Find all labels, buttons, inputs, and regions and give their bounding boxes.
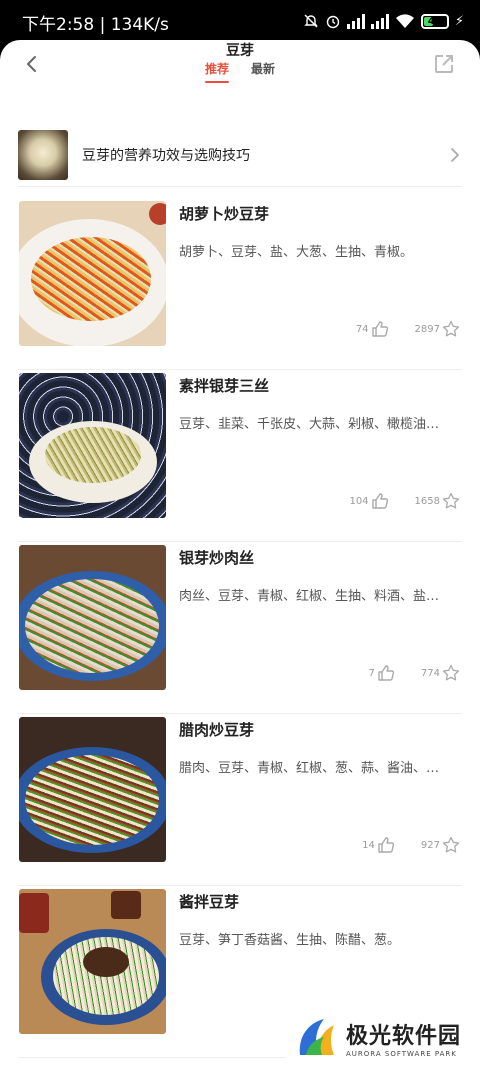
favorite-count: 1658 xyxy=(414,495,440,507)
favorite-count: 774 xyxy=(420,667,440,679)
recipe-title: 素拌银芽三丝 xyxy=(179,377,270,395)
recipe-list: 胡萝卜炒豆芽 胡萝卜、豆芽、盐、大葱、生抽、青椒。 74 2897 素拌银芽三丝… xyxy=(18,198,462,1058)
watermark-name: 极光软件园 xyxy=(346,1024,462,1049)
recipe-stats: 74 2897 xyxy=(356,320,460,338)
battery-icon: 45 xyxy=(420,13,449,29)
recipe-item[interactable]: 腊肉炒豆芽 腊肉、豆芽、青椒、红椒、葱、蒜、酱油、… 14 927 xyxy=(18,714,462,886)
signal-icon xyxy=(346,13,365,29)
share-icon xyxy=(435,55,453,73)
tab-latest[interactable]: 最新 xyxy=(251,60,275,83)
recipe-item[interactable]: 胡萝卜炒豆芽 胡萝卜、豆芽、盐、大葱、生抽、青椒。 74 2897 xyxy=(18,198,462,370)
likes[interactable]: 7 xyxy=(369,664,395,682)
thumbs-up-icon xyxy=(371,493,388,509)
aurora-logo-icon xyxy=(299,1019,334,1055)
recipe-image xyxy=(19,717,166,862)
article-banner[interactable]: 豆芽的营养功效与选购技巧 xyxy=(18,123,462,187)
recipe-image xyxy=(19,201,166,346)
thumbs-up-icon xyxy=(378,665,395,681)
favorites[interactable]: 1658 xyxy=(415,492,460,510)
recipe-item[interactable]: 素拌银芽三丝 豆芽、韭菜、千张皮、大蒜、剁椒、橄榄油… 104 1658 xyxy=(18,370,462,542)
recipe-title: 银芽炒肉丝 xyxy=(179,549,255,567)
star-icon xyxy=(442,320,460,337)
recipe-ingredients: 腊肉、豆芽、青椒、红椒、葱、蒜、酱油、… xyxy=(179,761,440,776)
recipe-title: 酱拌豆芽 xyxy=(179,893,240,911)
likes[interactable]: 74 xyxy=(356,320,389,338)
like-count: 74 xyxy=(355,323,369,335)
star-icon xyxy=(442,492,460,509)
recipe-ingredients: 豆芽、笋丁香菇酱、生抽、陈醋、葱。 xyxy=(179,933,401,948)
recipe-title: 腊肉炒豆芽 xyxy=(179,721,255,739)
chevron-right-icon xyxy=(451,147,459,162)
recipe-title: 胡萝卜炒豆芽 xyxy=(179,205,270,223)
recipe-stats: 104 1658 xyxy=(349,492,460,510)
star-icon xyxy=(442,836,460,853)
favorites[interactable]: 2897 xyxy=(415,320,460,338)
battery-level: 45 xyxy=(427,15,442,27)
thumbs-up-icon xyxy=(371,321,388,337)
tab-bar: 推荐 最新 xyxy=(0,60,480,83)
signal-icon-2 xyxy=(370,13,389,29)
tab-recommended[interactable]: 推荐 xyxy=(204,60,230,83)
alarm-icon xyxy=(325,13,341,29)
mute-icon xyxy=(303,13,319,29)
banner-title: 豆芽的营养功效与选购技巧 xyxy=(82,147,250,164)
favorite-count: 927 xyxy=(420,839,440,851)
bean-sprout-image xyxy=(18,129,68,180)
like-count: 104 xyxy=(349,495,369,507)
like-count: 14 xyxy=(362,839,375,851)
likes[interactable]: 104 xyxy=(349,492,388,510)
watermark: 极光软件园 AURORA SOFTWARE PARK xyxy=(286,1009,480,1067)
page-title: 豆芽 xyxy=(226,43,254,59)
recipe-stats: 14 927 xyxy=(362,836,460,854)
recipe-item[interactable]: 银芽炒肉丝 肉丝、豆芽、青椒、红椒、生抽、料酒、盐… 7 774 xyxy=(18,542,462,714)
app-screen: 豆芽 推荐 最新 豆芽的营养功效与选购技巧 胡萝卜炒豆芽 胡萝卜、豆芽、盐、大葱… xyxy=(0,40,480,1067)
recipe-image xyxy=(19,373,166,518)
thumbs-up-icon xyxy=(378,837,395,853)
recipe-ingredients: 豆芽、韭菜、千张皮、大蒜、剁椒、橄榄油… xyxy=(179,417,440,432)
share-button[interactable] xyxy=(428,48,460,80)
status-icons: 45 ⚡ xyxy=(303,12,464,30)
star-icon xyxy=(442,664,460,681)
wifi-icon xyxy=(395,14,414,28)
favorites[interactable]: 927 xyxy=(421,836,460,854)
header: 豆芽 推荐 最新 xyxy=(0,40,480,100)
recipe-ingredients: 肉丝、豆芽、青椒、红椒、生抽、料酒、盐… xyxy=(179,589,440,604)
favorites[interactable]: 774 xyxy=(421,664,460,682)
recipe-stats: 7 774 xyxy=(369,664,460,682)
likes[interactable]: 14 xyxy=(362,836,395,854)
like-count: 7 xyxy=(368,667,375,679)
favorite-count: 2897 xyxy=(414,323,440,335)
recipe-image xyxy=(19,545,166,690)
recipe-ingredients: 胡萝卜、豆芽、盐、大葱、生抽、青椒。 xyxy=(179,245,414,260)
watermark-subtitle: AURORA SOFTWARE PARK xyxy=(346,1050,457,1058)
status-time: 下午2:58 | 134K/s xyxy=(22,15,169,35)
charging-icon: ⚡ xyxy=(454,13,464,29)
recipe-image xyxy=(19,889,166,1034)
status-bar: 下午2:58 | 134K/s 45 ⚡ xyxy=(0,0,480,40)
